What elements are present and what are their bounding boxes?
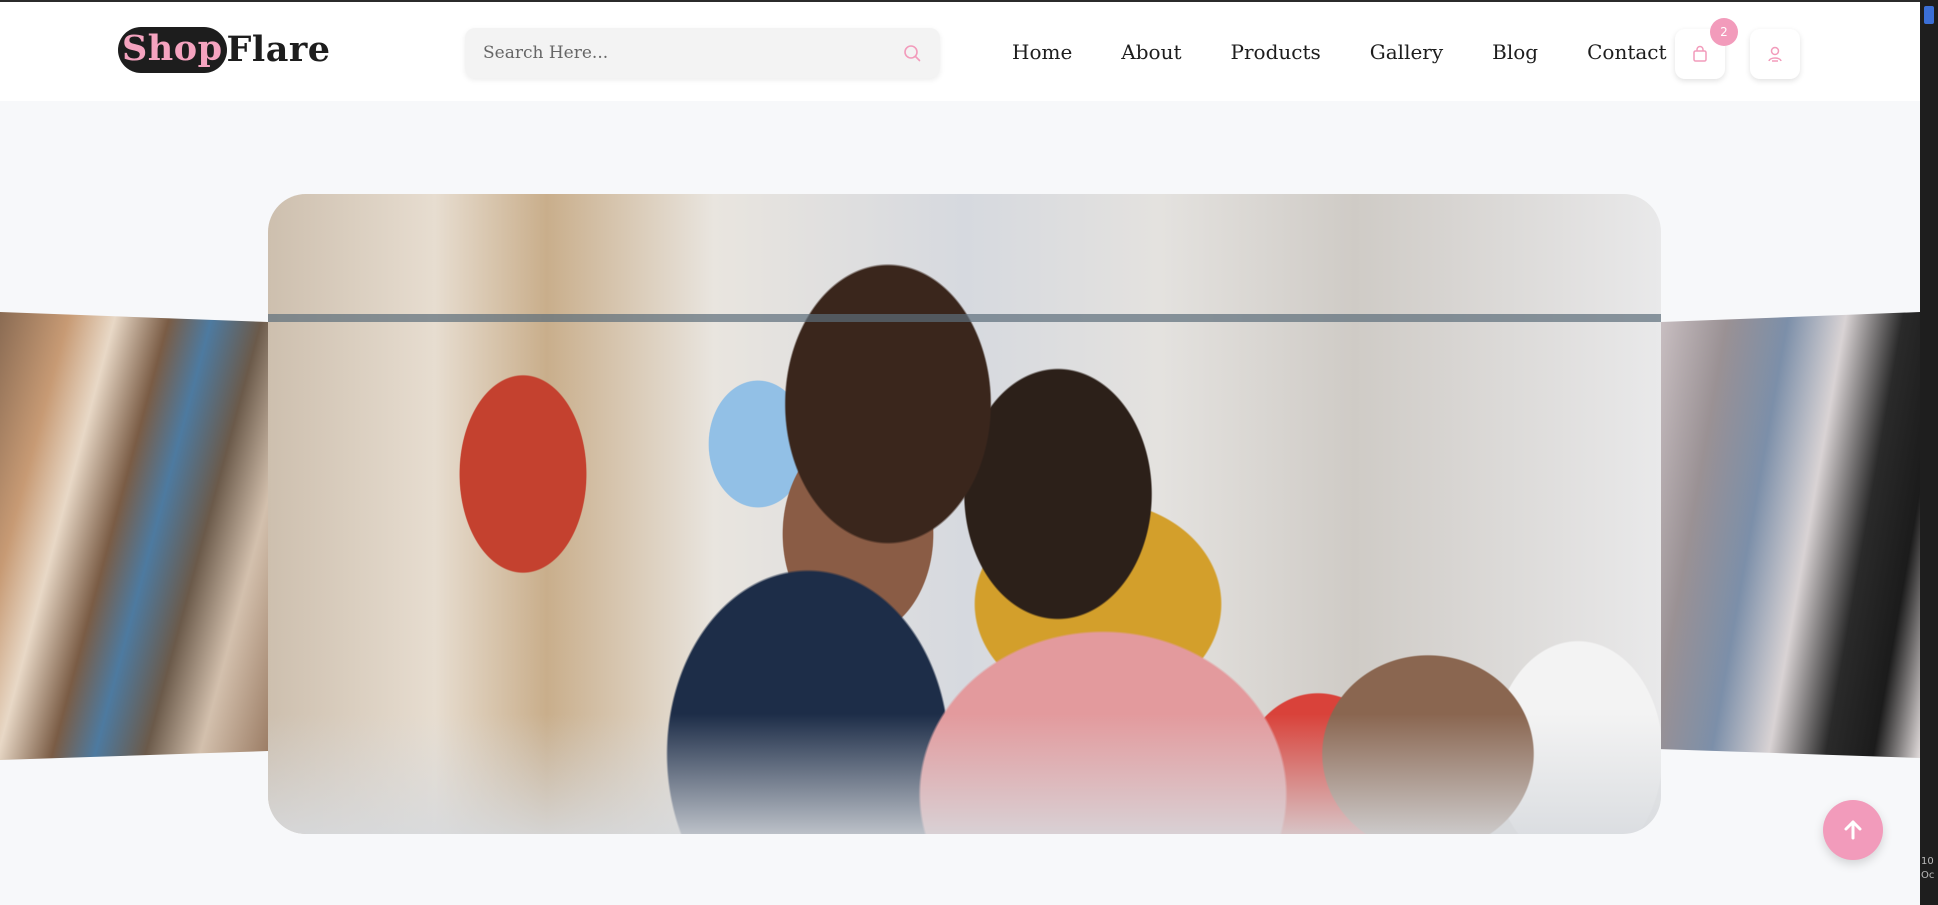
devtools-side-text-line1: 10: [1921, 856, 1934, 867]
devtools-indicator-icon: [1924, 6, 1934, 24]
main-nav: Home About Products Gallery Blog Contact: [1012, 40, 1667, 64]
carousel-slide-previous[interactable]: [0, 312, 268, 760]
nav-products[interactable]: Products: [1231, 40, 1321, 64]
nav-gallery[interactable]: Gallery: [1370, 40, 1443, 64]
arrow-up-icon: [1844, 820, 1862, 840]
search-input[interactable]: [483, 43, 883, 63]
logo-shop-text: Shop: [118, 27, 227, 73]
carousel-slide-next[interactable]: [1661, 312, 1920, 758]
hero-image-foreground-blur: [268, 714, 1661, 834]
devtools-side-text-line2: Oc: [1921, 870, 1935, 881]
devtools-side-panel: [1920, 0, 1938, 905]
user-icon: [1768, 46, 1782, 62]
logo-flare-text: Flare: [226, 29, 331, 70]
cart-count-badge: 2: [1710, 18, 1738, 46]
account-button[interactable]: [1750, 29, 1800, 79]
shopping-bag-icon: [1693, 45, 1707, 62]
carousel-slide-active: [268, 194, 1661, 834]
hero-image-shelf: [268, 314, 1661, 322]
nav-contact[interactable]: Contact: [1587, 40, 1666, 64]
search-bar: [465, 28, 940, 78]
nav-home[interactable]: Home: [1012, 40, 1072, 64]
search-icon[interactable]: [902, 43, 922, 63]
site-header: Shop Flare Home About Products Gallery B…: [0, 2, 1920, 101]
scroll-to-top-button[interactable]: [1823, 800, 1883, 860]
devtools-side-text: 10 Oc: [1921, 855, 1934, 883]
nav-about[interactable]: About: [1121, 40, 1181, 64]
site-logo[interactable]: Shop Flare: [118, 26, 331, 74]
nav-blog[interactable]: Blog: [1492, 40, 1538, 64]
